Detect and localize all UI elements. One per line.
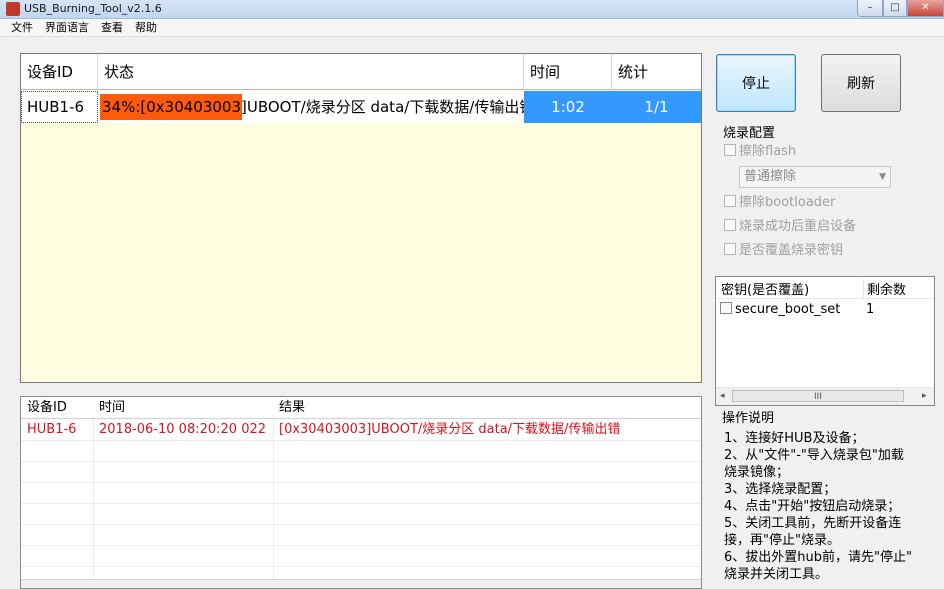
column-header-count[interactable]: 统计 — [612, 54, 701, 90]
device-table-header: 设备ID 状态 时间 统计 — [21, 54, 701, 90]
key-row-remaining: 1 — [866, 302, 875, 317]
instructions-text: 1、连接好HUB及设备； 2、从"文件"-"导入烧录包"加载 烧录镜像； 3、选… — [724, 430, 936, 583]
key-row-checkbox[interactable] — [720, 302, 732, 314]
key-header-remaining[interactable]: 剩余数 — [863, 279, 906, 298]
reboot-after-success-label: 烧录成功后重启设备 — [739, 219, 857, 234]
scroll-left-icon[interactable]: ◂ — [720, 391, 725, 401]
menu-language[interactable]: 界面语言 — [45, 21, 89, 35]
instruction-line: 6、拔出外置hub前，请先"停止" — [724, 550, 912, 565]
log-result: [0x30403003]UBOOT/烧录分区 data/下载数据/传输出错 — [279, 422, 621, 437]
menu-view[interactable]: 查看 — [101, 21, 123, 35]
erase-flash-label: 擦除flash — [739, 144, 797, 159]
column-divider — [93, 419, 94, 579]
erase-bootloader-checkbox[interactable] — [724, 195, 736, 207]
row-divider — [21, 503, 701, 504]
row-divider — [21, 524, 701, 525]
log-row[interactable]: HUB1-6 2018-06-10 08:20:20 022 [0x304030… — [21, 419, 701, 440]
instruction-line: 4、点击"开始"按钮启动烧录； — [724, 499, 901, 514]
erase-flash-checkbox[interactable] — [724, 144, 736, 156]
instruction-line: 2、从"文件"-"导入烧录包"加载 — [724, 448, 904, 463]
log-horizontal-scrollbar[interactable] — [21, 579, 701, 588]
stop-button[interactable]: 停止 — [716, 54, 796, 112]
menu-bar: 文件 界面语言 查看 帮助 — [0, 19, 944, 37]
overwrite-key-option[interactable]: 是否覆盖烧录密钥 — [724, 242, 843, 260]
key-table-header: 密钥(是否覆盖) 剩余数 — [716, 277, 934, 299]
instruction-line: 3、选择烧录配置； — [724, 482, 837, 497]
refresh-button[interactable]: 刷新 — [821, 54, 901, 112]
erase-bootloader-label: 擦除bootloader — [739, 195, 836, 210]
device-row[interactable]: HUB1-6 34%:[0x30403003]UBOOT/烧录分区 data/下… — [21, 91, 701, 123]
column-divider — [273, 419, 274, 579]
device-table[interactable]: 设备ID 状态 时间 统计 HUB1-6 34%:[0x30403003]UBO… — [20, 53, 702, 383]
instruction-line: 5、关闭工具前，先断开设备连 — [724, 516, 902, 531]
scroll-thumb[interactable]: III — [732, 390, 904, 402]
column-header-status[interactable]: 状态 — [98, 54, 524, 90]
scroll-right-icon[interactable]: ▸ — [922, 391, 927, 401]
app-icon — [6, 2, 20, 16]
instruction-line: 接，再"停止"烧录。 — [724, 533, 840, 548]
key-table[interactable]: 密钥(是否覆盖) 剩余数 secure_boot_set 1 ◂ III ▸ — [715, 276, 935, 406]
log-header-time[interactable]: 时间 — [93, 397, 273, 419]
chevron-down-icon: ▼ — [879, 172, 886, 182]
maximize-button[interactable]: □ — [883, 0, 907, 17]
row-divider — [21, 482, 701, 483]
menu-file[interactable]: 文件 — [11, 21, 33, 35]
log-device-id: HUB1-6 — [27, 422, 77, 437]
key-row-name: secure_boot_set — [735, 302, 841, 317]
device-time-cell: 1:02 — [524, 91, 612, 123]
device-id-cell: HUB1-6 — [21, 91, 98, 123]
erase-flash-option[interactable]: 擦除flash — [724, 143, 796, 161]
row-divider — [21, 545, 701, 546]
key-header-name[interactable]: 密钥(是否覆盖) — [721, 279, 809, 298]
log-table[interactable]: 设备ID 时间 结果 HUB1-6 2018-06-10 08:20:20 02… — [20, 396, 702, 589]
instructions-title: 操作说明 — [722, 411, 775, 426]
device-count-cell: 1/1 — [612, 91, 701, 123]
row-divider — [21, 440, 701, 441]
log-header-device-id[interactable]: 设备ID — [21, 397, 93, 419]
row-divider — [21, 566, 701, 567]
log-header-result[interactable]: 结果 — [273, 397, 701, 419]
erase-mode-select[interactable]: 普通擦除 ▼ — [739, 166, 891, 188]
reboot-after-success-checkbox[interactable] — [724, 219, 736, 231]
overwrite-key-label: 是否覆盖烧录密钥 — [739, 243, 844, 258]
minimize-button[interactable]: – — [857, 0, 883, 17]
window-title: USB_Burning_Tool_v2.1.6 — [24, 2, 162, 15]
column-header-device-id[interactable]: 设备ID — [21, 54, 98, 90]
instruction-line: 1、连接好HUB及设备； — [724, 431, 865, 446]
burn-config-title: 烧录配置 — [722, 122, 777, 141]
overwrite-key-checkbox[interactable] — [724, 243, 736, 255]
log-table-header: 设备ID 时间 结果 — [21, 397, 701, 419]
close-button[interactable]: ✕ — [907, 0, 944, 17]
key-row[interactable]: secure_boot_set — [720, 302, 840, 317]
reboot-after-success-option[interactable]: 烧录成功后重启设备 — [724, 218, 856, 236]
row-divider — [21, 461, 701, 462]
column-header-time[interactable]: 时间 — [524, 54, 612, 90]
burn-config-group: 烧录配置 擦除flash 普通擦除 ▼ 擦除bootloader 烧录成功后重启… — [716, 122, 938, 268]
menu-help[interactable]: 帮助 — [135, 21, 157, 35]
log-time: 2018-06-10 08:20:20 022 — [99, 422, 267, 437]
title-bar[interactable]: USB_Burning_Tool_v2.1.6 – □ ✕ — [0, 0, 944, 19]
device-status-cell: 34%:[0x30403003]UBOOT/烧录分区 data/下载数据/传输出… — [102, 98, 524, 116]
erase-mode-value: 普通擦除 — [744, 169, 797, 184]
erase-bootloader-option[interactable]: 擦除bootloader — [724, 194, 835, 212]
instruction-line: 烧录镜像； — [724, 465, 790, 480]
key-horizontal-scrollbar[interactable]: ◂ III ▸ — [716, 387, 934, 405]
instruction-line: 烧录并关闭工具。 — [724, 567, 829, 582]
